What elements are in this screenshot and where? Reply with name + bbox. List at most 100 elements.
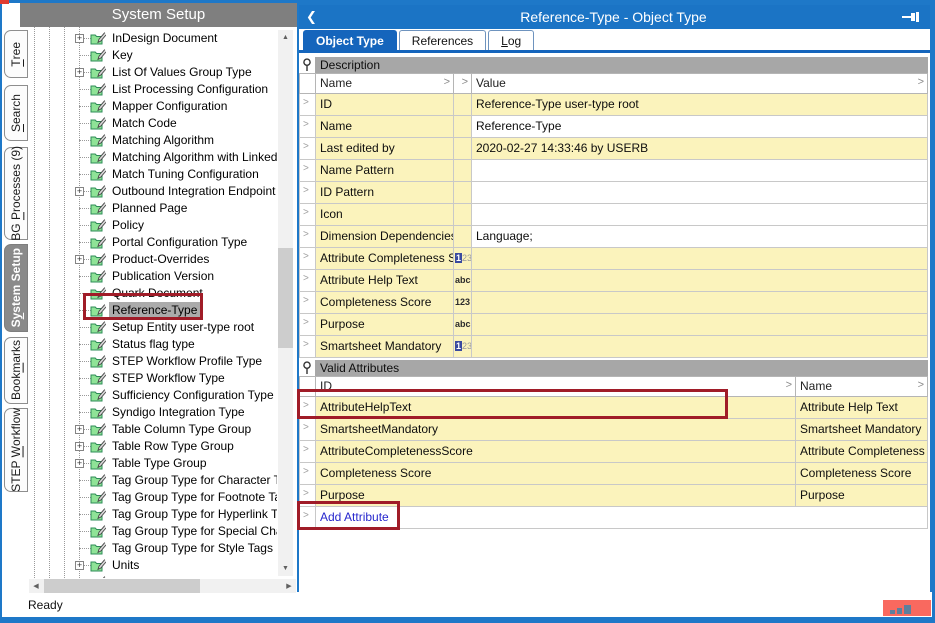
attribute-value-cell[interactable] (472, 204, 928, 226)
tree-item-syndigo-integration-type[interactable]: Syndigo Integration Type (29, 404, 277, 421)
expand-icon[interactable]: + (75, 425, 84, 434)
row-expander-icon[interactable]: > (300, 507, 316, 529)
sidebar-tab-tree[interactable]: Tree (4, 30, 28, 78)
tree-item-tag-group-type-for-footnote-tags[interactable]: Tag Group Type for Footnote Tags (29, 489, 277, 506)
row-expander-icon[interactable]: > (300, 204, 316, 226)
scroll-left-icon[interactable]: ◀ (29, 579, 43, 593)
table-row[interactable]: >Completeness Score123 (300, 292, 928, 314)
tree-item-table-type-group[interactable]: +Table Type Group (29, 455, 277, 472)
tree-item-tag-group-type-for-special-charac[interactable]: Tag Group Type for Special Charac (29, 523, 277, 540)
tree-horizontal-scrollbar[interactable]: ◀ ▶ (29, 579, 296, 593)
attribute-value-cell[interactable]: Reference-Type (472, 116, 928, 138)
tab-references[interactable]: References (399, 30, 486, 50)
table-row[interactable]: >Attribute Help Textabc (300, 270, 928, 292)
flipper-pin-icon[interactable] (299, 57, 315, 73)
tree-item-step-workflow-profile-type[interactable]: STEP Workflow Profile Type (29, 353, 277, 370)
tree-vertical-scrollbar[interactable]: ▲ ▼ (278, 30, 293, 576)
attribute-value-cell[interactable]: 2020-02-27 14:33:46 by USERB (472, 138, 928, 160)
attribute-value-cell[interactable] (472, 314, 928, 336)
sidebar-tab-step-workflow[interactable]: STEP Workflow (4, 408, 28, 492)
add-attribute-link[interactable]: Add Attribute (320, 510, 389, 524)
scroll-right-icon[interactable]: ▶ (282, 579, 296, 593)
tree-item-tag-group-type-for-character-tags[interactable]: Tag Group Type for Character Tags (29, 472, 277, 489)
row-expander-icon[interactable]: > (300, 138, 316, 160)
sidebar-tab-bookmarks[interactable]: Bookmarks (4, 337, 28, 404)
row-expander-icon[interactable]: > (300, 94, 316, 116)
tree-item-matching-algorithm-with-linked-mat[interactable]: Matching Algorithm with Linked Mat (29, 149, 277, 166)
tree-item-sufficiency-configuration-type[interactable]: Sufficiency Configuration Type (29, 387, 277, 404)
horizontal-scroll-thumb[interactable] (44, 579, 200, 593)
row-expander-icon[interactable]: > (300, 182, 316, 204)
tree-item-match-code[interactable]: Match Code (29, 115, 277, 132)
attribute-value-cell[interactable] (472, 292, 928, 314)
tree-item-list-processing-configuration[interactable]: List Processing Configuration (29, 81, 277, 98)
pin-icon[interactable] (902, 11, 922, 23)
table-row[interactable]: >AttributeHelpTextAttribute Help Text (300, 397, 928, 419)
table-row[interactable]: >SmartsheetMandatorySmartsheet Mandatory (300, 419, 928, 441)
row-expander-icon[interactable]: > (300, 160, 316, 182)
tab-log[interactable]: Log (488, 30, 534, 50)
sidebar-tab-search[interactable]: Search (4, 85, 28, 141)
table-row[interactable]: >NameReference-Type (300, 116, 928, 138)
scroll-up-icon[interactable]: ▲ (278, 30, 293, 45)
tab-object-type[interactable]: Object Type (303, 30, 397, 50)
tree-item-key[interactable]: Key (29, 47, 277, 64)
table-row[interactable]: >ID Pattern (300, 182, 928, 204)
row-expander-icon[interactable]: > (300, 336, 316, 358)
tree-item-match-tuning-configuration[interactable]: Match Tuning Configuration (29, 166, 277, 183)
tree-item-setup-entity-user-type-root[interactable]: Setup Entity user-type root (29, 319, 277, 336)
tree-item-tag-group-type-for-style-tags[interactable]: Tag Group Type for Style Tags (29, 540, 277, 557)
sidebar-tab-system-setup[interactable]: System Setup (4, 244, 28, 332)
expand-icon[interactable]: + (75, 68, 84, 77)
description-name-column-header[interactable]: Name > (316, 74, 454, 94)
table-row[interactable]: >Attribute Completeness Score123 (300, 248, 928, 270)
table-row[interactable]: >Completeness ScoreCompleteness Score (300, 463, 928, 485)
attribute-value-cell[interactable] (472, 160, 928, 182)
attributes-id-column-header[interactable]: ID > (316, 377, 796, 397)
attribute-value-cell[interactable] (472, 270, 928, 292)
description-type-column-header[interactable]: > (454, 74, 472, 94)
tree-item-list-of-values-group-type[interactable]: +List Of Values Group Type (29, 64, 277, 81)
attribute-value-cell[interactable] (472, 336, 928, 358)
row-expander-icon[interactable]: > (300, 463, 316, 485)
tree-item[interactable] (29, 574, 277, 578)
scroll-down-icon[interactable]: ▼ (278, 561, 293, 576)
tree-item-reference-type[interactable]: Reference-Type (29, 302, 277, 319)
table-row[interactable]: >Icon (300, 204, 928, 226)
row-expander-icon[interactable]: > (300, 441, 316, 463)
tree-item-step-workflow-type[interactable]: STEP Workflow Type (29, 370, 277, 387)
vertical-scroll-thumb[interactable] (278, 248, 293, 348)
tree-item-publication-version[interactable]: Publication Version (29, 268, 277, 285)
table-row[interactable]: >PurposePurpose (300, 485, 928, 507)
tree-item-outbound-integration-endpoint-typ[interactable]: +Outbound Integration Endpoint Typ (29, 183, 277, 200)
tree-item-quark-document[interactable]: Quark Document (29, 285, 277, 302)
expand-icon[interactable]: + (75, 255, 84, 264)
tree-item-mapper-configuration[interactable]: Mapper Configuration (29, 98, 277, 115)
tree-item-product-overrides[interactable]: +Product-Overrides (29, 251, 277, 268)
description-value-column-header[interactable]: Value > (472, 74, 928, 94)
expand-icon[interactable]: + (75, 187, 84, 196)
tree-item-units[interactable]: +Units (29, 557, 277, 574)
row-expander-icon[interactable]: > (300, 226, 316, 248)
table-row[interactable]: >Name Pattern (300, 160, 928, 182)
row-expander-icon[interactable]: > (300, 314, 316, 336)
attributes-name-column-header[interactable]: Name > (796, 377, 928, 397)
tree-item-table-column-type-group[interactable]: +Table Column Type Group (29, 421, 277, 438)
tree-item-planned-page[interactable]: Planned Page (29, 200, 277, 217)
row-expander-icon[interactable]: > (300, 270, 316, 292)
expand-icon[interactable]: + (75, 34, 84, 43)
row-expander-icon[interactable]: > (300, 292, 316, 314)
flipper-pin-icon[interactable] (299, 360, 315, 376)
tree-item-status-flag-type[interactable]: Status flag type (29, 336, 277, 353)
row-expander-icon[interactable]: > (300, 419, 316, 441)
table-row[interactable]: >Smartsheet Mandatory123 (300, 336, 928, 358)
table-row[interactable]: >Purposeabc (300, 314, 928, 336)
tree-item-portal-configuration-type[interactable]: Portal Configuration Type (29, 234, 277, 251)
row-expander-icon[interactable]: > (300, 485, 316, 507)
table-row[interactable]: >Dimension DependenciesLanguage; (300, 226, 928, 248)
tree-item-indesign-document[interactable]: +InDesign Document (29, 30, 277, 47)
attribute-value-cell[interactable]: Language; (472, 226, 928, 248)
table-row[interactable]: >Last edited by2020-02-27 14:33:46 by US… (300, 138, 928, 160)
expand-icon[interactable]: + (75, 442, 84, 451)
attribute-value-cell[interactable] (472, 248, 928, 270)
